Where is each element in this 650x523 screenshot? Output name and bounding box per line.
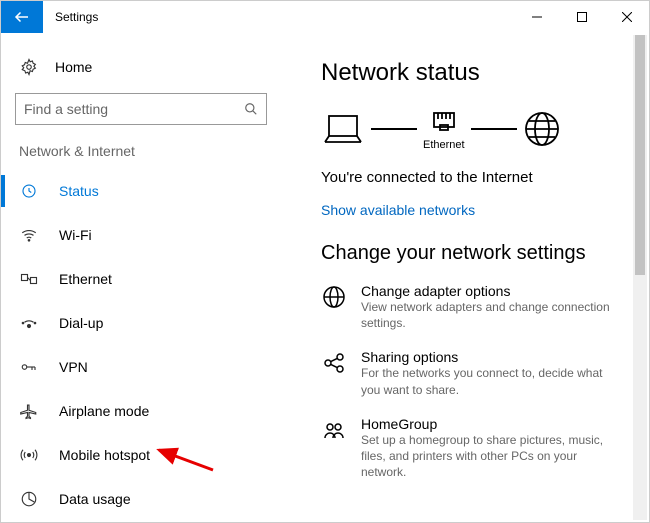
setting-sharing[interactable]: Sharing options For the networks you con… (321, 349, 629, 397)
maximize-button[interactable] (559, 1, 604, 33)
adapter-icon (321, 285, 347, 311)
scrollbar[interactable] (633, 35, 647, 520)
setting-title: HomeGroup (361, 416, 621, 432)
search-placeholder: Find a setting (24, 101, 108, 117)
status-message: You're connected to the Internet (321, 169, 629, 186)
page-title: Network status (321, 59, 629, 87)
arrow-left-icon (13, 8, 31, 26)
diagram-label: Ethernet (423, 139, 465, 151)
settings-window: Settings Home Find a se (0, 0, 650, 523)
minimize-icon (532, 12, 542, 22)
window-title: Settings (43, 1, 110, 33)
maximize-icon (577, 12, 587, 22)
setting-change-adapter[interactable]: Change adapter options View network adap… (321, 283, 629, 331)
back-button[interactable] (1, 1, 43, 33)
hotspot-icon (19, 446, 39, 464)
homegroup-icon (321, 418, 347, 444)
sidebar-item-label: Wi-Fi (59, 227, 92, 243)
laptop-icon (321, 112, 365, 146)
sidebar-item-vpn[interactable]: VPN (1, 345, 281, 389)
ethernet-plug-icon (430, 107, 458, 135)
ethernet-icon (19, 270, 39, 288)
search-input[interactable]: Find a setting (15, 93, 267, 125)
sidebar: Home Find a setting Network & Internet S… (1, 33, 281, 522)
home-button[interactable]: Home (1, 47, 281, 87)
wifi-icon (19, 226, 39, 244)
home-label: Home (55, 59, 92, 75)
sidebar-item-label: Ethernet (59, 271, 112, 287)
show-networks-link[interactable]: Show available networks (321, 202, 629, 218)
diagram-line (471, 128, 517, 130)
sidebar-item-status[interactable]: Status (1, 169, 281, 213)
setting-homegroup[interactable]: HomeGroup Set up a homegroup to share pi… (321, 416, 629, 481)
minimize-button[interactable] (514, 1, 559, 33)
globe-icon (523, 110, 561, 148)
titlebar: Settings (1, 1, 649, 33)
sidebar-item-airplane[interactable]: Airplane mode (1, 389, 281, 433)
setting-title: Change adapter options (361, 283, 621, 299)
diagram-line (371, 128, 417, 130)
sidebar-item-label: Mobile hotspot (59, 447, 150, 463)
sidebar-item-label: Dial-up (59, 315, 103, 331)
setting-desc: View network adapters and change connect… (361, 299, 621, 331)
sidebar-item-label: Data usage (59, 491, 131, 507)
sidebar-item-label: VPN (59, 359, 88, 375)
sidebar-item-label: Airplane mode (59, 403, 149, 419)
sidebar-item-hotspot[interactable]: Mobile hotspot (1, 433, 281, 477)
status-icon (19, 182, 39, 200)
close-button[interactable] (604, 1, 649, 33)
main-panel: Network status Ethernet You're connecte (281, 33, 649, 522)
category-heading: Network & Internet (1, 139, 281, 169)
close-icon (622, 12, 632, 22)
sidebar-item-label: Status (59, 183, 99, 199)
scrollbar-thumb[interactable] (635, 35, 645, 275)
sidebar-item-dialup[interactable]: Dial-up (1, 301, 281, 345)
setting-title: Sharing options (361, 349, 621, 365)
gear-icon (19, 58, 39, 76)
vpn-icon (19, 358, 39, 376)
search-icon (244, 102, 258, 116)
setting-desc: Set up a homegroup to share pictures, mu… (361, 432, 621, 481)
sidebar-item-wifi[interactable]: Wi-Fi (1, 213, 281, 257)
sidebar-item-datausage[interactable]: Data usage (1, 477, 281, 521)
sharing-icon (321, 351, 347, 377)
setting-desc: For the networks you connect to, decide … (361, 365, 621, 397)
network-diagram: Ethernet (321, 107, 629, 151)
data-usage-icon (19, 490, 39, 508)
airplane-icon (19, 402, 39, 420)
sidebar-item-ethernet[interactable]: Ethernet (1, 257, 281, 301)
section-heading: Change your network settings (321, 242, 629, 265)
dialup-icon (19, 314, 39, 332)
